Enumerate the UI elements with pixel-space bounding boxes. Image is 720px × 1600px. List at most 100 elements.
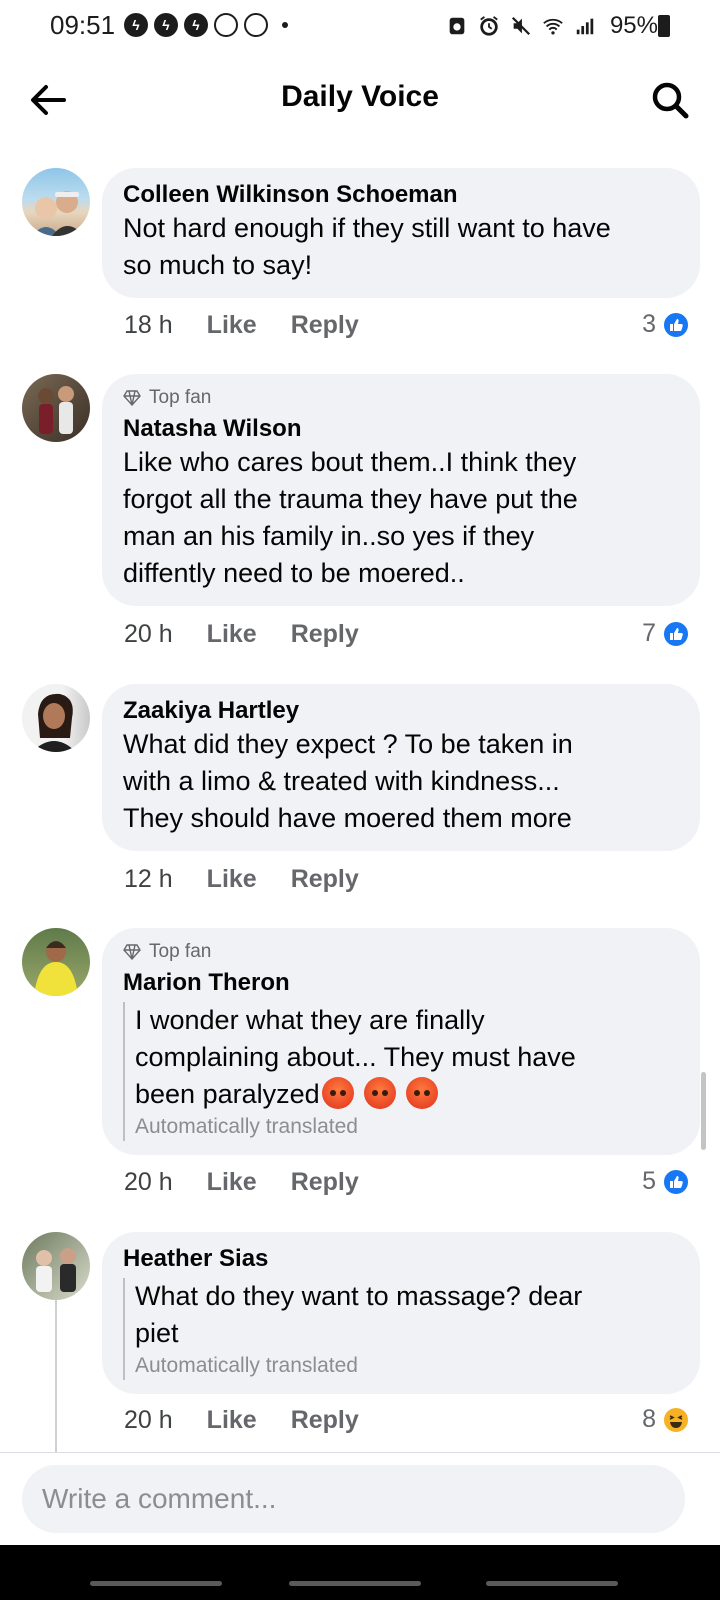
like-button[interactable]: Like [207, 865, 257, 894]
comment-time[interactable]: 20 h [124, 620, 173, 649]
reaction-summary[interactable]: 5 [642, 1167, 690, 1196]
top-fan-label: Top fan [149, 387, 212, 408]
comment-composer[interactable] [22, 1465, 685, 1533]
angry-face-icon [405, 1077, 438, 1109]
comment-bubble[interactable]: Zaakiya Hartley What did they expect ? T… [102, 684, 700, 851]
comment-author[interactable]: Heather Sias [123, 1244, 680, 1274]
reply-button[interactable]: Reply [291, 311, 359, 340]
comment-actions: 12 h Like Reply [124, 865, 359, 894]
thumbs-up-icon [662, 310, 690, 339]
comment-author[interactable]: Colleen Wilkinson Schoeman [123, 180, 680, 210]
comment-time[interactable]: 12 h [124, 865, 173, 894]
auto-translated-label[interactable]: Automatically translated [135, 1352, 680, 1380]
reaction-count: 8 [642, 1405, 656, 1433]
avatar[interactable] [22, 374, 90, 442]
like-button[interactable]: Like [207, 620, 257, 649]
reply-button[interactable]: Reply [291, 865, 359, 894]
comment-bubble[interactable]: Top fan Natasha Wilson Like who cares bo… [102, 374, 700, 606]
haha-face-icon [662, 1405, 690, 1434]
comment-line: complaining about... They must have [135, 1042, 576, 1072]
comment-text: What did they expect ? To be taken in wi… [123, 726, 680, 837]
system-icons: 95% [446, 12, 658, 40]
avatar[interactable] [22, 1232, 90, 1300]
status-bar: 09:51 ϟ ϟ ϟ 95% [0, 0, 720, 52]
notification-icons: ϟ ϟ ϟ [124, 13, 288, 37]
reaction-count: 5 [642, 1167, 656, 1195]
alarm-icon [480, 16, 498, 36]
comment-line: forgot all the trauma they have put the [123, 484, 578, 514]
comment-line: Like who cares bout them..I think they [123, 447, 577, 477]
reply-thread-line [55, 1300, 57, 1452]
top-fan-label: Top fan [149, 941, 212, 962]
comment-actions: 20 h Like Reply [124, 1406, 359, 1435]
comment-author[interactable]: Marion Theron [123, 968, 680, 998]
comment-line: I wonder what they are finally [135, 1005, 485, 1035]
reaction-summary[interactable]: 7 [642, 619, 690, 648]
comment-text: I wonder what they are finally complaini… [135, 1002, 680, 1113]
comment-line: They should have moered them more [123, 803, 572, 833]
comment-line: with a limo & treated with kindness... [123, 766, 560, 796]
comment-text: What do they want to massage? dear piet [135, 1278, 680, 1352]
nav-back-button[interactable] [486, 1581, 618, 1586]
comment-line: What did they expect ? To be taken in [123, 729, 573, 759]
comment-bubble[interactable]: Top fan Marion Theron I wonder what they… [102, 928, 700, 1155]
reaction-count: 7 [642, 619, 656, 647]
comment-text: Not hard enough if they still want to ha… [123, 210, 680, 284]
comment-input[interactable] [42, 1465, 662, 1533]
search-icon[interactable] [648, 78, 692, 122]
reply-button[interactable]: Reply [291, 1168, 359, 1197]
nav-recents-button[interactable] [90, 1581, 222, 1586]
comment-author[interactable]: Natasha Wilson [123, 414, 680, 444]
avatar[interactable] [22, 684, 90, 752]
status-time: 09:51 [50, 10, 116, 40]
battery-percent: 95% [609, 12, 658, 39]
comment-line: piet [135, 1318, 179, 1348]
system-navigation-bar [0, 1545, 720, 1600]
battery-icon [658, 15, 670, 37]
diamond-icon [123, 944, 141, 960]
reaction-summary[interactable]: 8 [642, 1405, 690, 1434]
comment-line: been paralyzed [135, 1079, 320, 1109]
messenger-icon: ϟ [184, 13, 208, 37]
avatar[interactable] [22, 928, 90, 996]
page-title: Daily Voice [281, 80, 439, 113]
like-button[interactable]: Like [207, 1168, 257, 1197]
top-fan-badge: Top fan [123, 386, 680, 410]
comment-line: diffently need to be moered.. [123, 558, 465, 588]
signal-icon [576, 18, 594, 35]
comment-time[interactable]: 18 h [124, 311, 173, 340]
thumbs-up-icon [662, 1167, 690, 1196]
comment-text: Like who cares bout them..I think they f… [123, 444, 680, 592]
comment-actions: 18 h Like Reply [124, 311, 359, 340]
divider [0, 1452, 720, 1453]
comment-author[interactable]: Zaakiya Hartley [123, 696, 680, 726]
comment-line: Not hard enough if they still want to ha… [123, 213, 611, 243]
comment-line: What do they want to massage? dear [135, 1281, 583, 1311]
like-button[interactable]: Like [207, 311, 257, 340]
comment-time[interactable]: 20 h [124, 1168, 173, 1197]
scrollbar[interactable] [701, 1072, 706, 1150]
reaction-count: 3 [642, 310, 656, 338]
reaction-summary[interactable]: 3 [642, 310, 690, 339]
auto-translated-label[interactable]: Automatically translated [135, 1113, 680, 1141]
comment-line: man an his family in..so yes if they [123, 521, 535, 551]
reply-button[interactable]: Reply [291, 1406, 359, 1435]
nav-home-button[interactable] [289, 1581, 421, 1586]
top-fan-badge: Top fan [123, 940, 680, 964]
messenger-icon: ϟ [124, 13, 148, 37]
recycle-icon [244, 13, 268, 37]
messenger-icon: ϟ [154, 13, 178, 37]
comment-actions: 20 h Like Reply [124, 620, 359, 649]
avatar[interactable] [22, 168, 90, 236]
reply-button[interactable]: Reply [291, 620, 359, 649]
app-header: Daily Voice [0, 60, 720, 136]
diamond-icon [123, 390, 141, 406]
like-button[interactable]: Like [207, 1406, 257, 1435]
comment-bubble[interactable]: Heather Sias What do they want to massag… [102, 1232, 700, 1394]
comment-bubble[interactable]: Colleen Wilkinson Schoeman Not hard enou… [102, 168, 700, 298]
thumbs-up-icon [662, 619, 690, 648]
translated-comment: I wonder what they are finally complaini… [123, 1002, 680, 1141]
comment-time[interactable]: 20 h [124, 1406, 173, 1435]
mute-icon [511, 16, 531, 36]
recycle-icon [214, 13, 238, 37]
